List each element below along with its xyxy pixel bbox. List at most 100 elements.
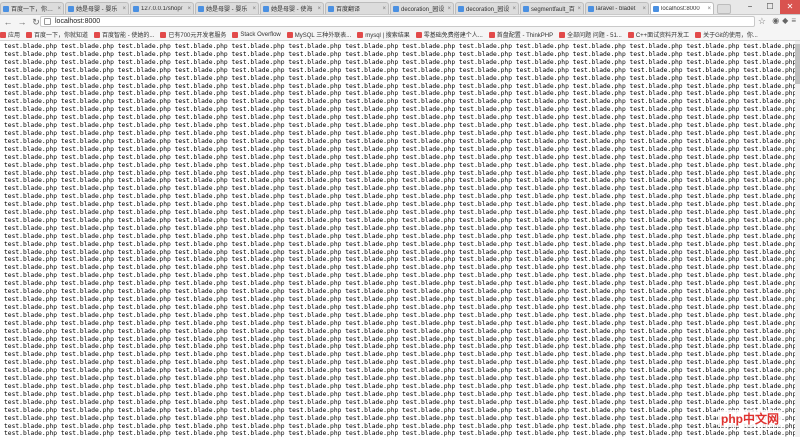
address-bar-url: localhost:8000 — [55, 18, 101, 25]
bookmark-label: 已有700元开发者服务 — [168, 33, 227, 39]
tab-close-icon[interactable]: × — [252, 6, 256, 12]
tab-close-icon[interactable]: × — [122, 6, 126, 12]
tab-7[interactable]: decoration_园设 × — [455, 2, 519, 14]
bookmark-icon — [488, 31, 495, 38]
tab-3[interactable]: 她是母婴 - 婴乐 × — [195, 2, 259, 14]
tab-close-icon[interactable]: × — [317, 6, 321, 12]
watermark-logo: php中文网 — [718, 410, 782, 427]
tab-8[interactable]: segmentfault_百 × — [520, 2, 584, 14]
extension-icons: ◉ ◆ ≡ — [772, 16, 796, 25]
bookmark-icon — [286, 31, 293, 38]
tab-4[interactable]: 她是母婴 - 使海 × — [260, 2, 324, 14]
tab-favicon-icon — [328, 5, 334, 12]
bookmark-label: 应用 — [8, 33, 21, 39]
tab-close-icon[interactable]: × — [187, 6, 191, 12]
bookmark-label: Stack Overflow — [240, 31, 281, 38]
vertical-scrollbar[interactable] — [795, 41, 800, 437]
tab-favicon-icon — [588, 5, 594, 12]
bookmark-item[interactable]: 已有700元开发者服务 — [160, 30, 226, 39]
bookmark-label: 首盘配置 - ThinkPHP — [496, 33, 554, 39]
bookmark-label: C++面试资料开发工 — [635, 33, 690, 39]
bookmark-item[interactable]: 关于Git的使用，你... — [695, 30, 758, 39]
bookmark-item[interactable]: 百度智能 - 使她的... — [94, 30, 154, 39]
tab-2[interactable]: 127.0.0.1/shop/ × — [130, 2, 194, 14]
address-bar[interactable]: localhost:8000 — [40, 16, 755, 27]
close-window-button[interactable]: ✕ — [780, 0, 800, 14]
tab-favicon-icon — [263, 5, 269, 12]
extension-icon[interactable]: ◆ — [782, 16, 788, 25]
tab-favicon-icon — [68, 5, 74, 12]
tab-label: 百度翻译 — [336, 7, 361, 13]
browser-toolbar: ← → ↻ localhost:8000 ☆ ◉ ◆ ≡ — [0, 15, 800, 29]
extension-icon[interactable]: ◉ — [772, 16, 779, 25]
bookmark-icon — [94, 31, 101, 38]
forward-arrow-icon[interactable]: → — [16, 16, 28, 28]
minimize-button[interactable]: − — [740, 0, 760, 14]
bookmark-label: 关于Git的使用，你... — [703, 33, 758, 39]
bookmark-item[interactable]: 零基础免费搭建个人... — [415, 30, 483, 39]
page-content: test.blade.php test.blade.php test.blade… — [0, 41, 795, 437]
bookmark-icon — [160, 31, 167, 38]
maximize-button[interactable]: ☐ — [760, 0, 780, 14]
bookmark-label: MySQL 三种外联表... — [294, 33, 352, 39]
bookmark-item[interactable]: 全部问题 问题 - 51... — [559, 30, 622, 39]
tab-6[interactable]: decoration_园设 × — [390, 2, 454, 14]
page-icon — [44, 18, 51, 25]
bookmark-label: 百度智能 - 使她的... — [102, 33, 155, 39]
bookmark-icon — [232, 31, 239, 38]
bookmark-item[interactable]: mysql | 搜索结果 — [357, 30, 410, 39]
bookmark-item[interactable]: 应用 — [0, 30, 20, 39]
tab-strip: 百度一下，你就知道×她是母婴 - 婴乐×127.0.0.1/shop/×她是母婴… — [0, 0, 800, 15]
tab-favicon-icon — [523, 5, 529, 12]
tab-label: 她是母婴 - 婴乐 — [206, 7, 248, 13]
tabs-container: 百度一下，你就知道×她是母婴 - 婴乐×127.0.0.1/shop/×她是母婴… — [0, 2, 715, 14]
bookmark-icon — [695, 31, 702, 38]
bookmark-icon — [627, 31, 634, 38]
tab-label: 她是母婴 - 婴乐 — [76, 7, 118, 13]
tab-label: decoration_园设 — [401, 7, 445, 13]
bookmark-icon — [415, 31, 422, 38]
bookmark-label: 百度一下，你就知道 — [34, 33, 89, 39]
bookmark-icon — [0, 31, 6, 38]
tab-favicon-icon — [653, 5, 659, 12]
tab-close-icon[interactable]: × — [57, 6, 61, 12]
tab-0[interactable]: 百度一下，你就知道× — [0, 2, 64, 14]
new-tab-button[interactable] — [717, 4, 731, 14]
tab-favicon-icon — [198, 5, 204, 12]
tab-label: 127.0.0.1/shop/ — [141, 5, 183, 12]
tab-favicon-icon — [393, 5, 399, 12]
tab-5[interactable]: 百度翻译 × — [325, 2, 389, 14]
tab-close-icon[interactable]: × — [382, 6, 386, 12]
bookmark-item[interactable]: Stack Overflow — [232, 31, 281, 38]
bookmark-item[interactable]: MySQL 三种外联表... — [286, 30, 352, 39]
tab-label: 百度一下，你就知道 — [11, 7, 56, 13]
bookmark-icon — [357, 31, 364, 38]
tab-favicon-icon — [133, 5, 139, 12]
tab-close-icon[interactable]: × — [642, 6, 646, 12]
bookmark-label: 全部问题 问题 - 51... — [567, 33, 622, 39]
back-arrow-icon[interactable]: ← — [2, 16, 14, 28]
scrollbar-thumb[interactable] — [795, 44, 800, 84]
bookmark-label: mysql | 搜索结果 — [365, 33, 410, 39]
bookmark-star-icon[interactable]: ☆ — [758, 16, 766, 27]
tab-close-icon[interactable]: × — [707, 6, 711, 12]
tab-favicon-icon — [458, 5, 464, 12]
tab-close-icon[interactable]: × — [577, 6, 581, 12]
tab-1[interactable]: 她是母婴 - 婴乐 × — [65, 2, 129, 14]
tab-label: localhost:8000 — [661, 5, 700, 12]
tab-label: 她是母婴 - 使海 — [271, 7, 313, 13]
tab-9[interactable]: laravel - bladet × — [585, 2, 649, 14]
menu-icon[interactable]: ≡ — [791, 16, 796, 25]
tab-close-icon[interactable]: × — [447, 6, 451, 12]
bookmark-item[interactable]: 首盘配置 - ThinkPHP — [488, 30, 554, 39]
bookmark-item[interactable]: C++面试资料开发工 — [627, 30, 690, 39]
bookmark-icon — [26, 31, 33, 38]
tab-label: decoration_园设 — [466, 7, 510, 13]
tab-close-icon[interactable]: × — [512, 6, 516, 12]
page-text: test.blade.php test.blade.php test.blade… — [4, 43, 795, 437]
bookmark-label: 零基础免费搭建个人... — [423, 33, 483, 39]
tab-label: segmentfault_百 — [531, 7, 575, 13]
tab-10[interactable]: localhost:8000 × — [650, 2, 714, 14]
tab-favicon-icon — [3, 5, 9, 12]
bookmark-item[interactable]: 百度一下，你就知道 — [26, 30, 88, 39]
